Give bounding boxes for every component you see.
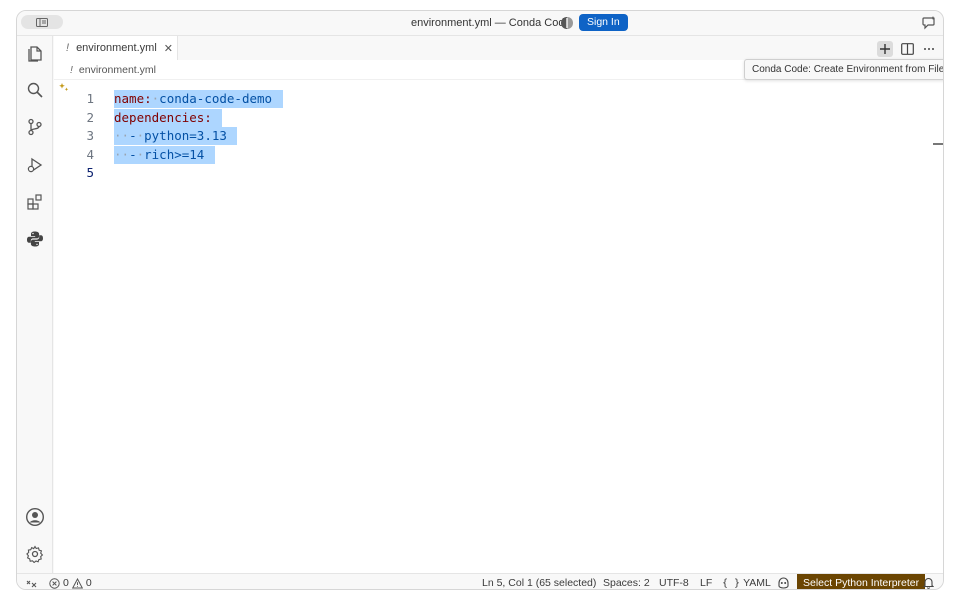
- source-control-icon[interactable]: [25, 117, 45, 137]
- copilot-icon[interactable]: [560, 16, 574, 30]
- copilot-status[interactable]: [777, 577, 790, 589]
- window-title: environment.yml — Conda Code: [411, 17, 571, 29]
- remote-icon: [26, 580, 37, 588]
- line-number: 2: [86, 109, 94, 125]
- vscode-window: environment.yml — Conda Code Sign In ! e…: [16, 10, 944, 590]
- sign-in-button[interactable]: Sign In: [579, 14, 628, 31]
- remote-indicator[interactable]: [26, 577, 37, 588]
- line-number: 5: [86, 165, 94, 181]
- line-number: 3: [86, 128, 94, 144]
- more-actions-button[interactable]: [921, 41, 937, 57]
- code-editor[interactable]: 1 name:·conda-code-demo​ 2 dependencies:…: [54, 80, 943, 573]
- error-count: 0: [63, 577, 69, 589]
- code-line: 3 ··-·python=3.13​: [54, 127, 943, 146]
- plus-icon: [880, 44, 890, 54]
- breadcrumb-item-file[interactable]: environment.yml: [79, 64, 156, 76]
- code-line: 1 name:·conda-code-demo​: [54, 90, 943, 109]
- tab-label: environment.yml: [76, 42, 157, 54]
- line-content: dependencies:​: [114, 108, 223, 127]
- explorer-icon[interactable]: [25, 43, 45, 63]
- editor-tab-bar: ! environment.yml ✕: [54, 36, 943, 60]
- split-editor-button[interactable]: [899, 41, 915, 57]
- indentation-setting[interactable]: Spaces: 2: [603, 577, 650, 589]
- tooltip: Conda Code: Create Environment from File: [744, 59, 943, 80]
- error-icon: [49, 577, 60, 589]
- account-icon[interactable]: [25, 507, 45, 527]
- line-number: 4: [86, 146, 94, 162]
- select-interpreter-button[interactable]: Select Python Interpreter: [797, 574, 926, 589]
- extensions-icon[interactable]: [25, 192, 45, 212]
- ellipsis-icon: [924, 48, 934, 50]
- eol-setting[interactable]: LF: [700, 577, 712, 589]
- warning-count: 0: [85, 577, 92, 589]
- code-line: 5: [54, 164, 943, 183]
- line-content: ··-·rich>=14​: [114, 145, 215, 164]
- problems-indicator[interactable]: 0 0: [49, 577, 92, 589]
- notifications-button[interactable]: [923, 577, 934, 589]
- layout-toggle-button[interactable]: [21, 15, 63, 29]
- activity-bar: [17, 36, 53, 573]
- braces-icon: { }: [722, 577, 741, 589]
- cursor-position[interactable]: Ln 5, Col 1 (65 selected): [482, 577, 596, 589]
- language-label: YAML: [743, 577, 771, 589]
- warning-icon: [71, 577, 83, 588]
- code-line: 2 dependencies:​: [54, 108, 943, 128]
- yaml-file-icon: !: [70, 63, 73, 76]
- code-line: 4 ··-·rich>=14​: [54, 145, 943, 165]
- bell-icon: [923, 577, 934, 589]
- editor-actions: [877, 41, 937, 57]
- line-content: ··-·python=3.13​: [114, 127, 238, 146]
- tab-environment-yml[interactable]: ! environment.yml ✕: [54, 36, 178, 60]
- title-bar: environment.yml — Conda Code Sign In: [17, 11, 943, 36]
- encoding-setting[interactable]: UTF-8: [659, 577, 689, 589]
- chat-icon[interactable]: [922, 15, 937, 30]
- create-environment-button[interactable]: [877, 41, 893, 57]
- search-icon[interactable]: [25, 80, 45, 100]
- run-debug-icon[interactable]: [25, 155, 45, 175]
- split-editor-icon: [900, 43, 914, 55]
- overview-ruler-cursor: [933, 143, 943, 145]
- copilot-status-icon: [778, 577, 789, 589]
- python-icon[interactable]: [25, 229, 45, 249]
- line-number: 1: [86, 91, 94, 106]
- yaml-file-icon: !: [66, 42, 70, 54]
- sidebar-layout-icon: [36, 17, 48, 27]
- settings-gear-icon[interactable]: [25, 544, 45, 564]
- status-bar: 0 0 Ln 5, Col 1 (65 selected) Spaces: 2 …: [17, 573, 943, 589]
- line-content: name:·conda-code-demo​: [114, 90, 283, 108]
- language-mode[interactable]: { } YAML: [722, 577, 771, 589]
- close-icon[interactable]: ✕: [164, 42, 173, 55]
